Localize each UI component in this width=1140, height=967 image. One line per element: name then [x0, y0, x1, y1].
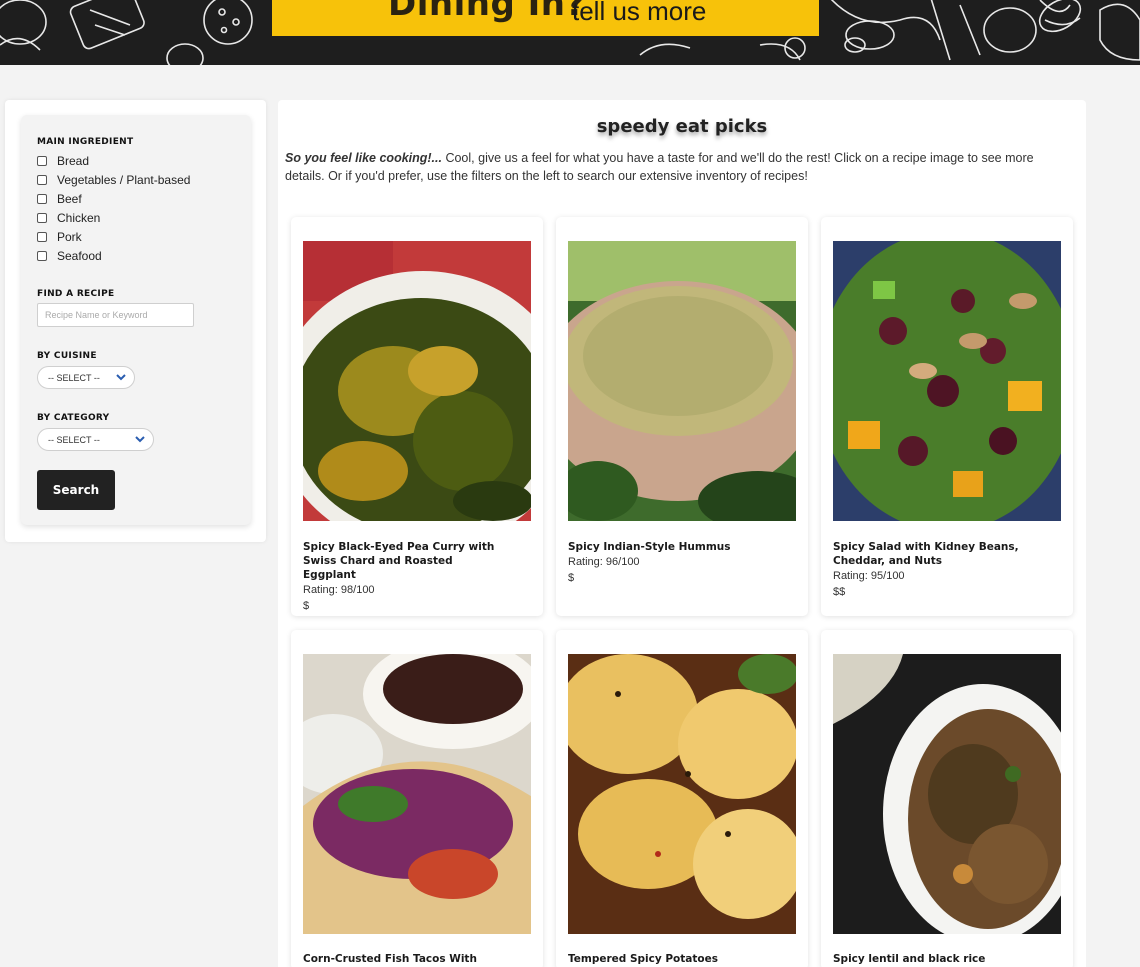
recipe-price: $	[568, 572, 575, 584]
checkbox[interactable]	[37, 175, 47, 185]
ingredient-option-chicken[interactable]: Chicken	[37, 210, 100, 226]
checkbox[interactable]	[37, 194, 47, 204]
recipe-title[interactable]: Tempered Spicy Potatoes	[568, 952, 768, 966]
ingredient-option-beef[interactable]: Beef	[37, 191, 82, 207]
cuisine-title: BY CUISINE	[37, 351, 97, 361]
recipe-search-input[interactable]	[37, 303, 194, 327]
recipe-title[interactable]: Spicy Black-Eyed Pea Curry with Swiss Ch…	[303, 540, 503, 582]
banner-subheadline: tell us more	[572, 0, 707, 26]
recipe-image-curry[interactable]	[303, 241, 531, 521]
chevron-down-icon	[135, 436, 145, 443]
ingredient-option-bread[interactable]: Bread	[37, 153, 89, 169]
recipe-image-lentils[interactable]	[833, 654, 1061, 934]
find-recipe-title: FIND A RECIPE	[37, 289, 115, 299]
ingredient-label: Seafood	[57, 249, 102, 263]
recipe-title[interactable]: Spicy Salad with Kidney Beans, Cheddar, …	[833, 540, 1033, 568]
ingredient-label: Bread	[57, 154, 90, 168]
recipe-title[interactable]: Corn-Crusted Fish Tacos With	[303, 952, 503, 966]
ingredient-option-pork[interactable]: Pork	[37, 229, 82, 245]
ingredient-label: Beef	[57, 192, 82, 206]
category-select[interactable]: -- SELECT --	[37, 428, 154, 451]
recipe-image-salad[interactable]	[833, 241, 1061, 521]
checkbox[interactable]	[37, 156, 47, 166]
ingredient-label: Vegetables / Plant-based	[57, 173, 191, 187]
banner-headline: Dining In?	[388, 0, 586, 24]
category-title: BY CATEGORY	[37, 413, 110, 423]
cuisine-select[interactable]: -- SELECT --	[37, 366, 135, 389]
recipe-image-hummus[interactable]	[568, 241, 796, 521]
header-banner: Dining In? tell us more	[0, 0, 1140, 65]
banner-headline-box: Dining In? tell us more	[272, 0, 819, 36]
category-select-value: -- SELECT --	[48, 434, 100, 445]
recipe-price: $	[303, 600, 310, 612]
page-title: speedy eat picks	[596, 116, 768, 137]
recipe-rating: Rating: 95/100	[833, 570, 905, 582]
recipe-rating: Rating: 96/100	[568, 556, 640, 568]
intro-text: So you feel like cooking!... Cool, give …	[285, 149, 1075, 185]
recipe-title[interactable]: Spicy Indian-Style Hummus	[568, 540, 768, 554]
checkbox[interactable]	[37, 232, 47, 242]
recipe-image-fish-tacos[interactable]	[303, 654, 531, 934]
ingredient-option-seafood[interactable]: Seafood	[37, 248, 102, 264]
chevron-down-icon	[116, 374, 126, 381]
checkbox[interactable]	[37, 213, 47, 223]
ingredient-label: Pork	[57, 230, 82, 244]
recipe-price: $$	[833, 586, 846, 598]
recipe-rating: Rating: 98/100	[303, 584, 375, 596]
recipe-image-potatoes[interactable]	[568, 654, 796, 934]
search-button[interactable]: Search	[37, 470, 115, 510]
cuisine-select-value: -- SELECT --	[48, 372, 100, 383]
intro-emphasis: So you feel like cooking!...	[285, 151, 442, 165]
ingredient-label: Chicken	[57, 211, 101, 225]
ingredient-option-vegetables[interactable]: Vegetables / Plant-based	[37, 172, 190, 188]
main-ingredient-title: MAIN INGREDIENT	[37, 137, 134, 147]
recipe-title[interactable]: Spicy lentil and black rice	[833, 952, 1033, 966]
checkbox[interactable]	[37, 251, 47, 261]
